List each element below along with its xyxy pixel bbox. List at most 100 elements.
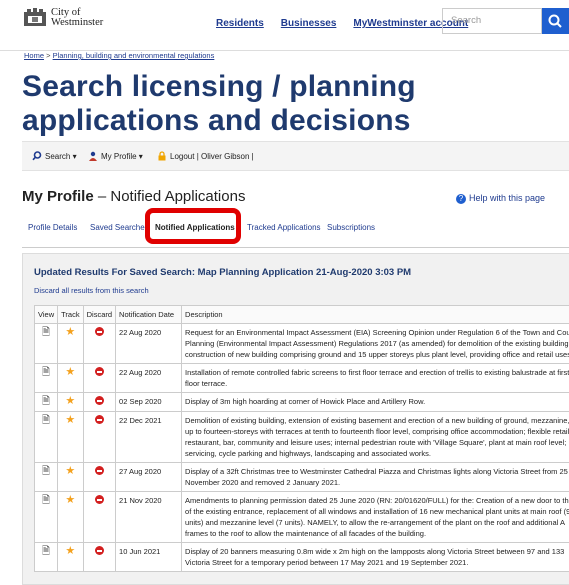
help-link[interactable]: ?Help with this page <box>456 193 545 204</box>
discard-cell <box>83 492 115 543</box>
table-row: 🗎 ★ 02 Sep 2020Display of 3m high hoarding… <box>35 393 569 412</box>
track-cell: ★ <box>58 492 83 543</box>
col-notification-date: Notification Date <box>116 306 182 324</box>
notification-date: 10 Jun 2021 <box>116 543 182 572</box>
table-row: 🗎 ★ 22 Dec 2021Demolition of existing buil… <box>35 412 569 463</box>
discard-icon[interactable] <box>95 415 104 424</box>
view-document-icon[interactable]: 🗎 <box>42 396 50 407</box>
view-cell: 🗎 <box>35 412 58 463</box>
view-document-icon[interactable]: 🗎 <box>42 367 50 378</box>
track-star-icon[interactable]: ★ <box>65 414 75 426</box>
track-star-icon[interactable]: ★ <box>65 465 75 477</box>
notification-date: 22 Dec 2021 <box>116 412 182 463</box>
view-document-icon[interactable]: 🗎 <box>42 466 50 477</box>
notification-date: 22 Aug 2020 <box>116 364 182 393</box>
results-panel: Updated Results For Saved Search: Map Pl… <box>22 253 569 585</box>
view-document-icon[interactable]: 🗎 <box>42 327 50 338</box>
help-label: Help with this page <box>469 193 545 203</box>
site-header: City of Westminster Residents Businesses… <box>0 0 569 51</box>
search-icon <box>32 151 42 161</box>
search-menu-label: Search ▾ <box>45 152 77 161</box>
table-header-row: View Track Discard Notification Date Des… <box>35 306 569 324</box>
notified-applications-table: View Track Discard Notification Date Des… <box>34 305 569 572</box>
application-description: Demolition of existing building, extensi… <box>182 412 569 463</box>
table-row: 🗎 ★ 22 Aug 2020Request for an Environmenta… <box>35 324 569 364</box>
tab-saved-searches[interactable]: Saved Searches <box>90 223 149 232</box>
discard-icon[interactable] <box>95 546 104 555</box>
breadcrumb-separator: > <box>44 51 53 60</box>
track-cell: ★ <box>58 463 83 492</box>
help-icon: ? <box>456 194 466 204</box>
discard-icon[interactable] <box>95 466 104 475</box>
discard-icon[interactable] <box>95 367 104 376</box>
discard-cell <box>83 393 115 412</box>
track-star-icon[interactable]: ★ <box>65 366 75 378</box>
track-cell: ★ <box>58 412 83 463</box>
discard-icon[interactable] <box>95 327 104 336</box>
track-star-icon[interactable]: ★ <box>65 545 75 557</box>
view-cell: 🗎 <box>35 543 58 572</box>
notification-date: 22 Aug 2020 <box>116 324 182 364</box>
logout-link[interactable]: Logout | Oliver Gibson | <box>157 151 254 161</box>
col-description: Description <box>182 306 569 324</box>
crest-icon <box>22 8 48 28</box>
tab-profile-details[interactable]: Profile Details <box>28 223 77 232</box>
profile-heading-rest: – Notified Applications <box>94 188 246 205</box>
breadcrumb-planning[interactable]: Planning, building and environmental reg… <box>53 51 215 60</box>
my-profile-menu[interactable]: My Profile ▾ <box>88 151 143 161</box>
notification-date: 02 Sep 2020 <box>116 393 182 412</box>
application-description: Request for an Environmental Impact Asse… <box>182 324 569 364</box>
search-menu[interactable]: Search ▾ <box>32 151 77 161</box>
breadcrumb: Home > Planning, building and environmen… <box>24 51 214 60</box>
col-track: Track <box>58 306 83 324</box>
profile-heading-bold: My Profile <box>22 188 94 205</box>
westminster-logo[interactable]: City of Westminster <box>22 8 103 28</box>
discard-all-link[interactable]: Discard all results from this search <box>34 286 149 295</box>
application-description: Display of 3m high hoarding at corner of… <box>182 393 569 412</box>
site-search-input[interactable]: Search <box>442 8 542 34</box>
view-cell: 🗎 <box>35 364 58 393</box>
profile-heading: My Profile – Notified Applications <box>22 188 245 205</box>
track-star-icon[interactable]: ★ <box>65 494 75 506</box>
table-row: 🗎 ★ 22 Aug 2020Installation of remote cont… <box>35 364 569 393</box>
view-document-icon[interactable]: 🗎 <box>42 546 50 557</box>
view-cell: 🗎 <box>35 393 58 412</box>
track-cell: ★ <box>58 324 83 364</box>
discard-icon[interactable] <box>95 495 104 504</box>
discard-cell <box>83 324 115 364</box>
breadcrumb-home[interactable]: Home <box>24 51 44 60</box>
application-description: Installation of remote controlled fabric… <box>182 364 569 393</box>
tab-subscriptions[interactable]: Subscriptions <box>327 223 375 232</box>
profile-tabs: Profile Details Saved Searches Notified … <box>22 223 569 248</box>
user-icon <box>88 151 98 161</box>
highlight-annotation <box>145 208 241 244</box>
application-description: Display of 20 banners measuring 0.8m wid… <box>182 543 569 572</box>
view-document-icon[interactable]: 🗎 <box>42 415 50 426</box>
table-row: 🗎★21 Nov 2020Amendments to planning perm… <box>35 492 569 543</box>
table-row: 🗎 ★ 10 Jun 2021Display of 20 banners measu… <box>35 543 569 572</box>
view-cell: 🗎 <box>35 324 58 364</box>
table-row: 🗎★27 Aug 2020Display of a 32ft Christmas… <box>35 463 569 492</box>
track-cell: ★ <box>58 364 83 393</box>
discard-cell <box>83 364 115 393</box>
track-star-icon[interactable]: ★ <box>65 326 75 338</box>
discard-cell <box>83 463 115 492</box>
results-heading: Updated Results For Saved Search: Map Pl… <box>34 267 411 278</box>
toolbar: Search ▾ My Profile ▾ Logout | Oliver Gi… <box>22 141 569 171</box>
discard-cell <box>83 543 115 572</box>
notification-date: 21 Nov 2020 <box>116 492 182 543</box>
my-profile-label: My Profile ▾ <box>101 152 143 161</box>
nav-residents[interactable]: Residents <box>216 18 264 29</box>
search-icon <box>542 8 569 34</box>
site-search-button[interactable] <box>542 8 569 34</box>
application-description: Display of a 32ft Christmas tree to West… <box>182 463 569 492</box>
logo-line2: Westminster <box>51 18 103 28</box>
track-cell: ★ <box>58 543 83 572</box>
track-star-icon[interactable]: ★ <box>65 395 75 407</box>
view-document-icon[interactable]: 🗎 <box>42 495 50 506</box>
col-discard: Discard <box>83 306 115 324</box>
nav-businesses[interactable]: Businesses <box>281 18 337 29</box>
discard-icon[interactable] <box>95 396 104 405</box>
tab-tracked-applications[interactable]: Tracked Applications <box>247 223 321 232</box>
discard-cell <box>83 412 115 463</box>
